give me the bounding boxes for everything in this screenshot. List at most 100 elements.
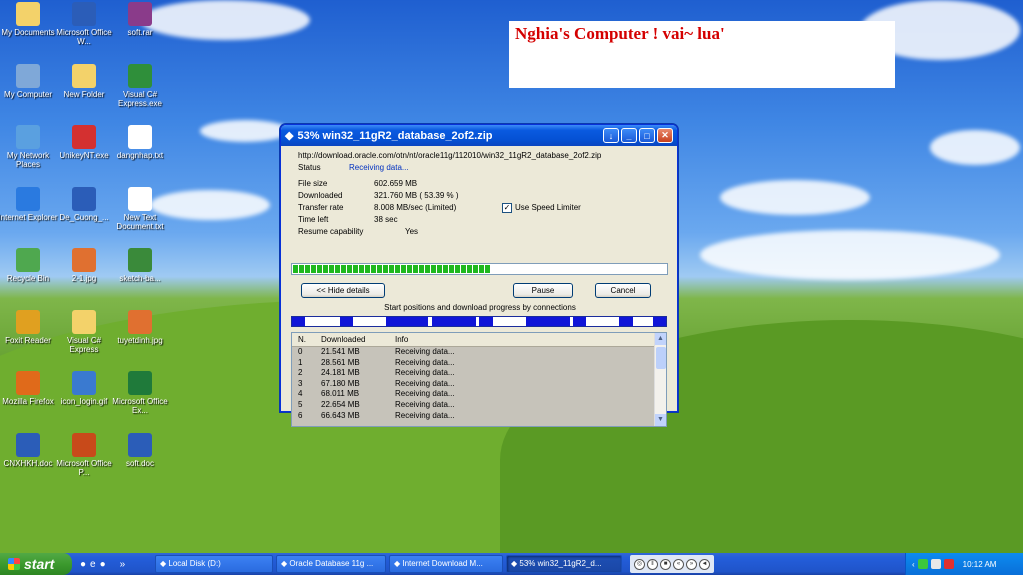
media-settings-icon[interactable]: ◎ (634, 558, 645, 570)
cloud (720, 180, 870, 215)
media-controls: ◎ ‖ ■ « » ◄ (630, 555, 714, 573)
download-window: ◆ 53% win32_11gR2_database_2of2.zip ↓ _ … (280, 124, 678, 427)
progress-segment (431, 265, 436, 273)
desktop-icon[interactable]: Visual C# Express.exe (108, 63, 172, 108)
desktop-icon[interactable]: Microsoft Office P... (52, 432, 116, 477)
table-row[interactable]: 0 21.541 MB Receiving data... (292, 347, 666, 358)
column-header-downloaded[interactable]: Downloaded (321, 333, 365, 347)
desktop-icon[interactable]: icon_login.gif (52, 371, 116, 406)
firefox-icon[interactable]: ● (80, 559, 86, 570)
desktop-icon-label: CNXHKH.doc (3, 458, 53, 468)
taskbar-task-button[interactable]: ◆ Local Disk (D:) (155, 555, 273, 573)
row-downloaded: 67.180 MB (321, 378, 360, 388)
previous-icon[interactable]: « (673, 558, 684, 570)
row-downloaded: 68.011 MB (321, 389, 360, 399)
media-icon[interactable]: ● (100, 559, 106, 570)
desktop-icon[interactable]: UnikeyNT.exe (52, 125, 116, 160)
resume-row: Resume capability Yes (289, 226, 669, 238)
pause-icon[interactable]: ‖ (647, 558, 658, 570)
table-row[interactable]: 1 28.561 MB Receiving data... (292, 358, 666, 369)
scroll-up-icon[interactable]: ▲ (655, 333, 666, 345)
desktop-icon[interactable]: My Documents (0, 2, 60, 37)
desktop-icon[interactable]: 2-1.jpg (52, 248, 116, 283)
desktop-icon[interactable]: Mozilla Firefox (0, 371, 60, 406)
row-downloaded: 66.643 MB (321, 410, 360, 420)
progress-segment (419, 265, 424, 273)
powerpoint-icon (72, 432, 96, 457)
cancel-button[interactable]: Cancel (595, 283, 651, 298)
desktop-icon[interactable]: tuyetdinh.jpg (108, 309, 172, 345)
connections-table[interactable]: N. Downloaded Info 0 21.541 MB Receiving d… (291, 332, 667, 427)
speed-icon[interactable]: ↓ (603, 128, 619, 143)
progress-segment (323, 265, 328, 273)
start-button[interactable]: start (0, 553, 72, 575)
progress-segment (467, 265, 472, 273)
title-bar[interactable]: ◆ 53% win32_11gR2_database_2of2.zip ↓ _ … (281, 125, 677, 146)
desktop-icon[interactable]: Internet Explorer (0, 186, 60, 222)
progress-segment (371, 265, 376, 273)
tray-expand-icon[interactable]: ‹ (912, 560, 915, 569)
desktop-icon[interactable]: My Computer (0, 63, 60, 99)
volume-tray-icon[interactable] (930, 559, 941, 569)
scroll-down-icon[interactable]: ▼ (655, 414, 666, 426)
desktop-icon[interactable]: Foxit Reader (0, 309, 60, 345)
close-button[interactable]: ✕ (657, 128, 673, 143)
minimize-button[interactable]: _ (621, 128, 637, 143)
desktop-icon[interactable]: CNXHKH.doc (0, 432, 60, 468)
column-header-n[interactable]: N. (298, 333, 306, 347)
hide-details-button[interactable]: << Hide details (301, 283, 385, 298)
resume-value: Yes (405, 227, 419, 236)
desktop-icon[interactable]: sketch-ba... (108, 248, 172, 283)
desktop-icon[interactable]: De_Cuong_... (52, 186, 116, 222)
next-icon[interactable]: » (686, 558, 697, 570)
taskbar-task-button[interactable]: ◆ 53% win32_11gR2_d... (506, 555, 622, 573)
ie-icon[interactable]: e (90, 559, 96, 570)
progress-segment (317, 265, 322, 273)
desktop-icon[interactable]: Visual C# Express (52, 309, 116, 354)
banner: Nghia's Computer ! vai~ lua' (509, 21, 895, 88)
stop-icon[interactable]: ■ (660, 558, 671, 570)
volume-icon[interactable]: ◄ (699, 558, 710, 570)
progress-segment (473, 265, 478, 273)
table-row[interactable]: 2 24.181 MB Receiving data... (292, 368, 666, 379)
taskbar-task-button[interactable]: ◆ Oracle Database 11g ... (276, 555, 386, 573)
desktop-icon[interactable]: Recycle Bin (0, 248, 60, 283)
progress-segment (455, 265, 460, 273)
connection-segment (619, 317, 633, 326)
desktop-icon-label: icon_login.gif (60, 397, 108, 406)
taskbar-task-button[interactable]: ◆ Internet Download M... (389, 555, 503, 573)
antivirus-icon[interactable] (943, 559, 954, 569)
table-row[interactable]: 6 66.643 MB Receiving data... (292, 411, 666, 422)
progress-segment (401, 265, 406, 273)
progress-segment (335, 265, 340, 273)
progress-segment (485, 265, 490, 273)
desktop-icon[interactable]: Microsoft Office Ex... (108, 371, 172, 415)
idm-icon: ◆ (285, 130, 294, 142)
network-icon[interactable] (917, 559, 928, 569)
connection-segment (292, 317, 305, 326)
desktop-icon[interactable]: New Folder (52, 63, 116, 99)
clock[interactable]: 10:12 AM (963, 560, 997, 569)
desktop-icon[interactable]: My Network Places (0, 125, 60, 169)
desktop-icon[interactable]: Microsoft Office W... (52, 2, 116, 46)
column-header-info[interactable]: Info (395, 333, 408, 347)
desktop-icon[interactable]: New Text Document.txt (108, 186, 172, 231)
scroll-thumb[interactable] (656, 347, 666, 369)
desktop-icon[interactable]: dangnhap.txt (108, 125, 172, 160)
table-row[interactable]: 3 67.180 MB Receiving data... (292, 379, 666, 390)
desktop-icon-label: Microsoft Office P... (56, 458, 112, 477)
vertical-scrollbar[interactable]: ▲ ▼ (654, 333, 666, 426)
connection-segment (479, 317, 493, 326)
chevron-icon[interactable]: » (120, 559, 126, 570)
table-row[interactable]: 5 22.654 MB Receiving data... (292, 400, 666, 411)
desktop-icon[interactable]: soft.rar (108, 2, 172, 37)
downloaded-value: 321.760 MB ( 53.39 % ) (374, 191, 459, 200)
pause-button[interactable]: Pause (513, 283, 573, 298)
row-info: Receiving data... (395, 389, 455, 399)
maximize-button[interactable]: □ (639, 128, 655, 143)
desktop-icon[interactable]: soft.doc (108, 432, 172, 468)
speed-limiter-checkbox[interactable]: ✓ (502, 203, 512, 213)
progress-segment (383, 265, 388, 273)
table-row[interactable]: 4 68.011 MB Receiving data... (292, 389, 666, 400)
word-icon (72, 2, 96, 26)
